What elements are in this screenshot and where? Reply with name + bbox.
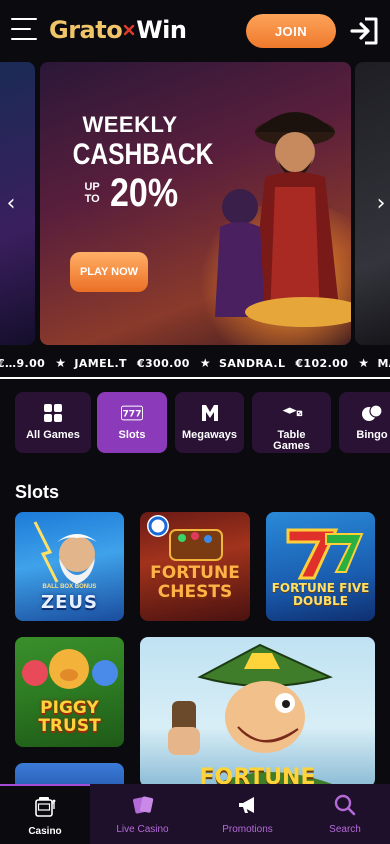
category-slots[interactable]: 777 Slots [97, 392, 167, 453]
chevron-right-icon[interactable]: › [372, 192, 390, 216]
ticker-name: JAMEL.T [74, 356, 127, 370]
nav-search[interactable]: Search [300, 784, 390, 844]
menu-icon[interactable] [11, 18, 37, 40]
star-icon: ★ [55, 356, 67, 370]
game-tile-pirate-fortune[interactable]: FORTUNE [140, 637, 375, 787]
category-bingo[interactable]: Bingo [339, 392, 390, 453]
game-title: FORTUNE CHESTS [150, 563, 240, 602]
category-label: Megaways [181, 429, 238, 441]
winners-ticker: €…9.00 ★ JAMEL.T €300.00 ★ SANDRA.L €102… [0, 345, 390, 379]
category-table-games[interactable]: Table Games [252, 392, 331, 453]
star-icon: ★ [358, 356, 370, 370]
promo-line-weekly: WEEKLY [82, 112, 178, 137]
promo-percent: 20% [110, 171, 179, 215]
game-tile-piggy-trust[interactable]: PIGGY TRUST [15, 637, 124, 747]
category-megaways[interactable]: Megaways [175, 392, 244, 453]
ticker-item: €…9.00 [0, 356, 45, 370]
game-subtitle: BALL BOX BONUS [42, 584, 97, 590]
top-header: Grato Win JOIN [0, 0, 390, 62]
grid-icon [42, 402, 64, 424]
star-icon: ★ [199, 356, 212, 370]
svg-text:777: 777 [122, 409, 141, 420]
nav-casino[interactable]: Casino [0, 784, 90, 844]
ticker-item: ★ MAGUE [358, 356, 390, 370]
nav-promotions[interactable]: Promotions [195, 784, 300, 844]
ticker-item: ★ SANDRA.L €102.00 [200, 356, 348, 370]
ticker-amount: €300.00 [136, 356, 190, 370]
nav-label: Live Casino [116, 824, 169, 835]
ticker-amount: €102.00 [295, 356, 349, 370]
game-tile-fortune-five[interactable]: FORTUNE FIVE Double [266, 512, 375, 621]
nav-label: Search [329, 824, 361, 835]
megaphone-icon [235, 792, 261, 818]
game-category-bar: All Games 777 Slots Megaways Table Games… [0, 392, 390, 454]
brand-logo[interactable]: Grato Win [49, 14, 187, 46]
category-all-games[interactable]: All Games [15, 392, 91, 453]
chevron-left-icon[interactable]: ‹ [2, 192, 20, 216]
category-label: Slots [118, 429, 146, 441]
carousel-current-slide[interactable]: WEEKLY CASHBACK UP TO 20% PLAY NOW [40, 62, 351, 345]
game-tile-fortune-chests[interactable]: FORTUNE CHESTS [140, 512, 250, 621]
bingo-balls-icon [361, 402, 383, 424]
app-root: Grato Win JOIN WEEKLY CASHBACK UP TO 20%… [0, 0, 390, 844]
play-now-button[interactable]: PLAY NOW [70, 252, 148, 292]
megaways-m-icon [199, 402, 221, 424]
nav-live-casino[interactable]: Live Casino [90, 784, 195, 844]
pirate-illustration [215, 112, 351, 327]
promo-upto: UP TO [84, 181, 100, 205]
section-title-slots: Slots [15, 482, 60, 502]
logo-x-mark-icon [124, 24, 135, 36]
login-icon[interactable] [349, 17, 379, 45]
join-button[interactable]: JOIN [246, 14, 336, 48]
promo-carousel[interactable]: WEEKLY CASHBACK UP TO 20% PLAY NOW ‹ › [0, 62, 390, 345]
game-title: ZEUS [41, 592, 98, 613]
search-icon [332, 792, 358, 818]
game-tile-zeus[interactable]: BALL BOX BONUS ZEUS [15, 512, 124, 621]
promo-line-cashback: CASHBACK [72, 138, 214, 171]
bottom-navigation: Casino Live Casino Promotions Search [0, 784, 390, 844]
ticker-item: ★ JAMEL.T €300.00 [55, 356, 190, 370]
logo-text-part1: Grato [49, 16, 123, 44]
ticker-amount: €…9.00 [0, 356, 46, 370]
cards-icon [130, 792, 156, 818]
ticker-name: SANDRA.L [219, 356, 286, 370]
logo-text-part2: Win [136, 16, 187, 44]
dice-icon [281, 402, 303, 424]
game-title: PIGGY TRUST [38, 698, 101, 736]
nav-label: Casino [28, 826, 62, 837]
category-label: Table Games [273, 429, 310, 452]
nav-label: Promotions [222, 824, 273, 835]
promo-headline: WEEKLY CASHBACK UP TO 20% [60, 112, 214, 215]
category-label: All Games [26, 429, 80, 441]
slots-777-icon: 777 [121, 402, 143, 424]
ticker-name: MAGUE [377, 356, 390, 370]
category-label: Bingo [356, 429, 388, 441]
slot-machine-icon [32, 794, 58, 820]
game-title: FORTUNE FIVE Double [271, 581, 370, 608]
